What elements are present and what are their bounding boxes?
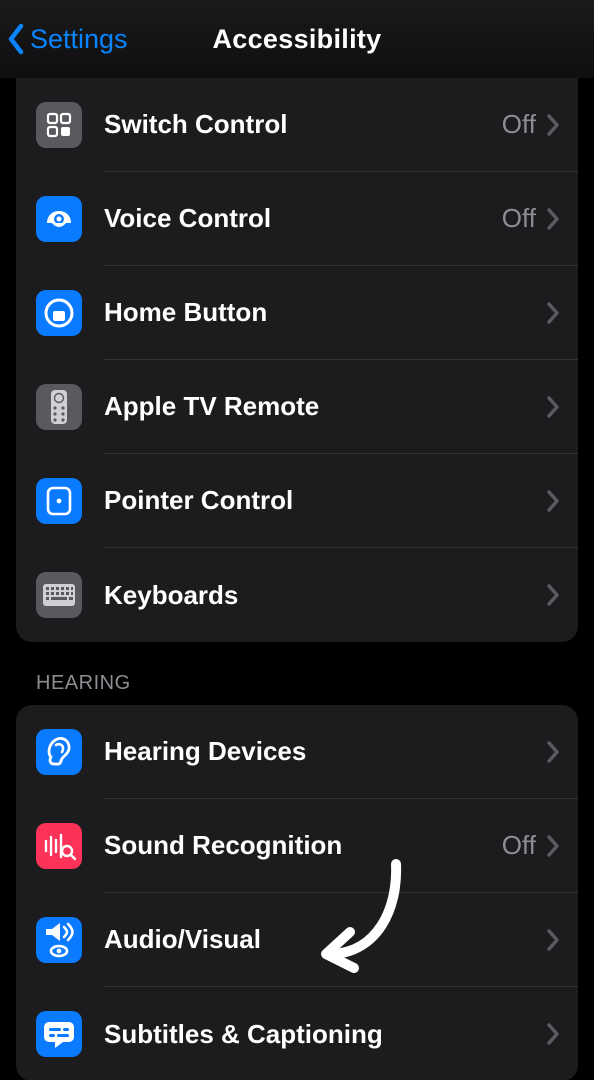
row-label: Keyboards <box>104 580 546 611</box>
row-label: Subtitles & Captioning <box>104 1019 546 1050</box>
row-label: Audio/Visual <box>104 924 546 955</box>
chevron-right-icon <box>546 834 560 858</box>
row-hearing-devices[interactable]: Hearing Devices <box>16 705 578 799</box>
row-label: Pointer Control <box>104 485 546 516</box>
row-voice-control[interactable]: Voice Control Off <box>16 172 578 266</box>
row-label: Voice Control <box>104 203 502 234</box>
back-label: Settings <box>30 24 128 55</box>
row-label: Home Button <box>104 297 546 328</box>
back-button[interactable]: Settings <box>6 22 128 56</box>
row-pointer-control[interactable]: Pointer Control <box>16 454 578 548</box>
row-home-button[interactable]: Home Button <box>16 266 578 360</box>
row-value: Off <box>502 203 536 234</box>
chevron-right-icon <box>546 395 560 419</box>
switch-control-icon <box>36 102 82 148</box>
audio-visual-icon <box>36 917 82 963</box>
chevron-left-icon <box>6 22 28 56</box>
chevron-right-icon <box>546 489 560 513</box>
settings-group-physical: Switch Control Off Voice Control Off <box>16 78 578 642</box>
row-audio-visual[interactable]: Audio/Visual <box>16 893 578 987</box>
ear-icon <box>36 729 82 775</box>
row-label: Hearing Devices <box>104 736 546 767</box>
subtitles-icon <box>36 1011 82 1057</box>
row-switch-control[interactable]: Switch Control Off <box>16 78 578 172</box>
chevron-right-icon <box>546 583 560 607</box>
row-keyboards[interactable]: Keyboards <box>16 548 578 642</box>
keyboard-icon <box>36 572 82 618</box>
row-label: Switch Control <box>104 109 502 140</box>
home-button-icon <box>36 290 82 336</box>
row-apple-tv-remote[interactable]: Apple TV Remote <box>16 360 578 454</box>
pointer-control-icon <box>36 478 82 524</box>
row-value: Off <box>502 830 536 861</box>
chevron-right-icon <box>546 113 560 137</box>
row-label: Sound Recognition <box>104 830 502 861</box>
apple-tv-remote-icon <box>36 384 82 430</box>
voice-control-icon <box>36 196 82 242</box>
row-subtitles-captioning[interactable]: Subtitles & Captioning <box>16 987 578 1080</box>
settings-group-hearing: Hearing Devices Sound Recognition <box>16 705 578 1080</box>
chevron-right-icon <box>546 207 560 231</box>
navigation-bar: Settings Accessibility <box>0 0 594 78</box>
chevron-right-icon <box>546 1022 560 1046</box>
section-header-hearing: HEARING <box>16 642 578 705</box>
chevron-right-icon <box>546 740 560 764</box>
row-sound-recognition[interactable]: Sound Recognition Off <box>16 799 578 893</box>
chevron-right-icon <box>546 928 560 952</box>
sound-recognition-icon <box>36 823 82 869</box>
chevron-right-icon <box>546 301 560 325</box>
row-value: Off <box>502 109 536 140</box>
page-title: Accessibility <box>213 24 382 55</box>
row-label: Apple TV Remote <box>104 391 546 422</box>
